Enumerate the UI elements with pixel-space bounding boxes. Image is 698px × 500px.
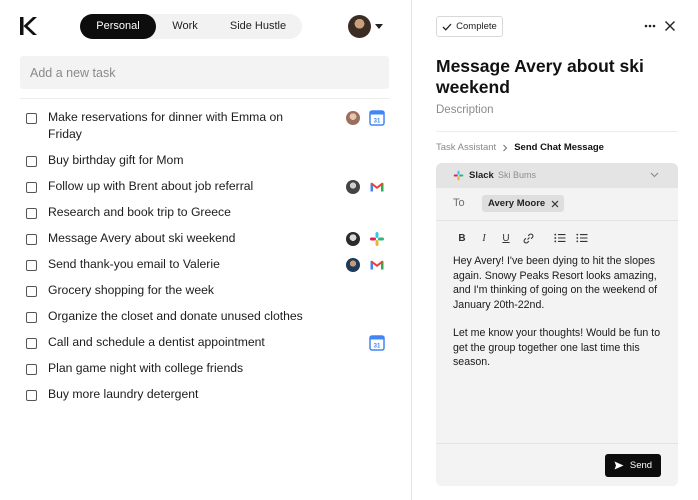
more-options-icon[interactable] xyxy=(644,21,656,31)
task-title[interactable]: Make reservations for dinner with Emma o… xyxy=(48,109,316,143)
task-checkbox[interactable] xyxy=(26,208,37,219)
task-title[interactable]: Research and book trip to Greece xyxy=(48,204,316,221)
ordered-list-icon xyxy=(554,233,566,243)
k-logo-icon[interactable] xyxy=(18,16,38,36)
gmail-icon[interactable] xyxy=(369,179,385,195)
svg-text:31: 31 xyxy=(374,119,381,125)
formatting-toolbar: B I U xyxy=(456,232,598,244)
task-title[interactable]: Send thank-you email to Valerie xyxy=(48,256,316,273)
contact-avatar xyxy=(346,258,360,272)
category-tabs: Personal Work Side Hustle xyxy=(80,14,302,39)
workspace-name: Ski Bums xyxy=(498,170,537,180)
task-detail-title[interactable]: Message Avery about ski weekend xyxy=(436,56,682,97)
new-task-input[interactable] xyxy=(20,56,389,89)
bold-button[interactable]: B xyxy=(456,232,468,244)
breadcrumb-current: Send Chat Message xyxy=(514,142,604,153)
chevron-right-icon xyxy=(503,144,508,151)
ordered-list-button[interactable] xyxy=(554,232,566,244)
task-title[interactable]: Grocery shopping for the week xyxy=(48,282,316,299)
task-checkbox[interactable] xyxy=(26,286,37,297)
chevron-down-icon[interactable] xyxy=(650,172,659,178)
message-composer: Slack Ski Bums To Avery Moore B I U Hey … xyxy=(436,163,678,486)
remove-recipient-icon[interactable] xyxy=(551,200,559,208)
task-title[interactable]: Plan game night with college friends xyxy=(48,360,316,377)
task-title[interactable]: Message Avery about ski weekend xyxy=(48,230,316,247)
bulleted-list-button[interactable] xyxy=(576,232,588,244)
send-icon xyxy=(614,461,624,470)
task-checkbox[interactable] xyxy=(26,312,37,323)
description-field[interactable]: Description xyxy=(436,104,494,116)
tab-personal[interactable]: Personal xyxy=(80,14,156,39)
complete-label: Complete xyxy=(456,21,497,32)
contact-avatar xyxy=(346,232,360,246)
user-avatar[interactable] xyxy=(348,15,371,38)
svg-text:31: 31 xyxy=(374,344,381,350)
slack-icon xyxy=(453,170,464,181)
send-button[interactable]: Send xyxy=(605,454,661,477)
gmail-icon[interactable] xyxy=(369,257,385,273)
complete-button[interactable]: Complete xyxy=(436,16,503,37)
check-icon xyxy=(442,23,452,31)
breadcrumb: Task Assistant Send Chat Message xyxy=(436,142,604,153)
bulleted-list-icon xyxy=(576,233,588,243)
contact-avatar xyxy=(346,111,360,125)
task-title[interactable]: Follow up with Brent about job referral xyxy=(48,178,316,195)
to-label: To xyxy=(453,197,465,209)
recipient-chip[interactable]: Avery Moore xyxy=(482,195,565,212)
task-checkbox[interactable] xyxy=(26,234,37,245)
task-title[interactable]: Call and schedule a dentist appointment xyxy=(48,334,316,351)
underline-button[interactable]: U xyxy=(500,232,512,244)
composer-header[interactable]: Slack Ski Bums xyxy=(436,163,678,188)
recipient-name: Avery Moore xyxy=(488,198,546,209)
task-checkbox[interactable] xyxy=(26,156,37,167)
contact-avatar xyxy=(346,180,360,194)
message-body[interactable]: Hey Avery! I've been dying to hit the sl… xyxy=(453,254,663,370)
tab-side-hustle[interactable]: Side Hustle xyxy=(214,14,302,39)
divider xyxy=(20,98,389,99)
task-checkbox[interactable] xyxy=(26,260,37,271)
italic-button[interactable]: I xyxy=(478,232,490,244)
breadcrumb-parent[interactable]: Task Assistant xyxy=(436,142,496,153)
task-checkbox[interactable] xyxy=(26,113,37,124)
divider xyxy=(436,131,678,132)
task-checkbox[interactable] xyxy=(26,364,37,375)
google-calendar-icon[interactable]: 31 xyxy=(369,110,385,126)
task-checkbox[interactable] xyxy=(26,338,37,349)
message-paragraph: Hey Avery! I've been dying to hit the sl… xyxy=(453,255,658,311)
task-checkbox[interactable] xyxy=(26,390,37,401)
link-button[interactable] xyxy=(522,232,534,244)
google-calendar-icon[interactable]: 31 xyxy=(369,335,385,351)
app-name: Slack xyxy=(469,170,494,181)
task-title[interactable]: Buy birthday gift for Mom xyxy=(48,152,316,169)
link-icon xyxy=(523,233,533,243)
close-icon[interactable] xyxy=(664,20,676,32)
task-title[interactable]: Buy more laundry detergent xyxy=(48,386,316,403)
send-label: Send xyxy=(629,460,653,471)
chevron-down-icon[interactable] xyxy=(375,24,383,29)
task-title[interactable]: Organize the closet and donate unused cl… xyxy=(48,308,348,325)
slack-icon[interactable] xyxy=(369,231,385,247)
task-list-pane: Personal Work Side Hustle Make reservati… xyxy=(0,0,411,500)
tab-work[interactable]: Work xyxy=(156,14,214,39)
message-paragraph: Let me know your thoughts! Would be fun … xyxy=(453,327,661,368)
task-checkbox[interactable] xyxy=(26,182,37,193)
divider xyxy=(436,220,678,221)
